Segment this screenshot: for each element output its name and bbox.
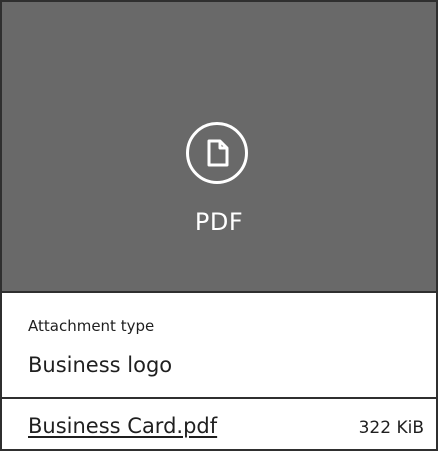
- file-preview[interactable]: PDF: [2, 2, 436, 293]
- file-name-link[interactable]: Business Card.pdf: [28, 413, 217, 439]
- file-type-label: PDF: [194, 208, 244, 236]
- attachment-card: PDF Attachment type Business logo Busine…: [0, 0, 438, 451]
- attachment-type-value: Business logo: [28, 353, 173, 377]
- attachment-details: Attachment type Business logo: [2, 293, 436, 399]
- file-row: Business Card.pdf 322 KiB: [2, 399, 436, 449]
- attachment-type-label: Attachment type: [28, 317, 155, 335]
- document-icon: [186, 122, 248, 184]
- file-size: 322 KiB: [358, 418, 424, 438]
